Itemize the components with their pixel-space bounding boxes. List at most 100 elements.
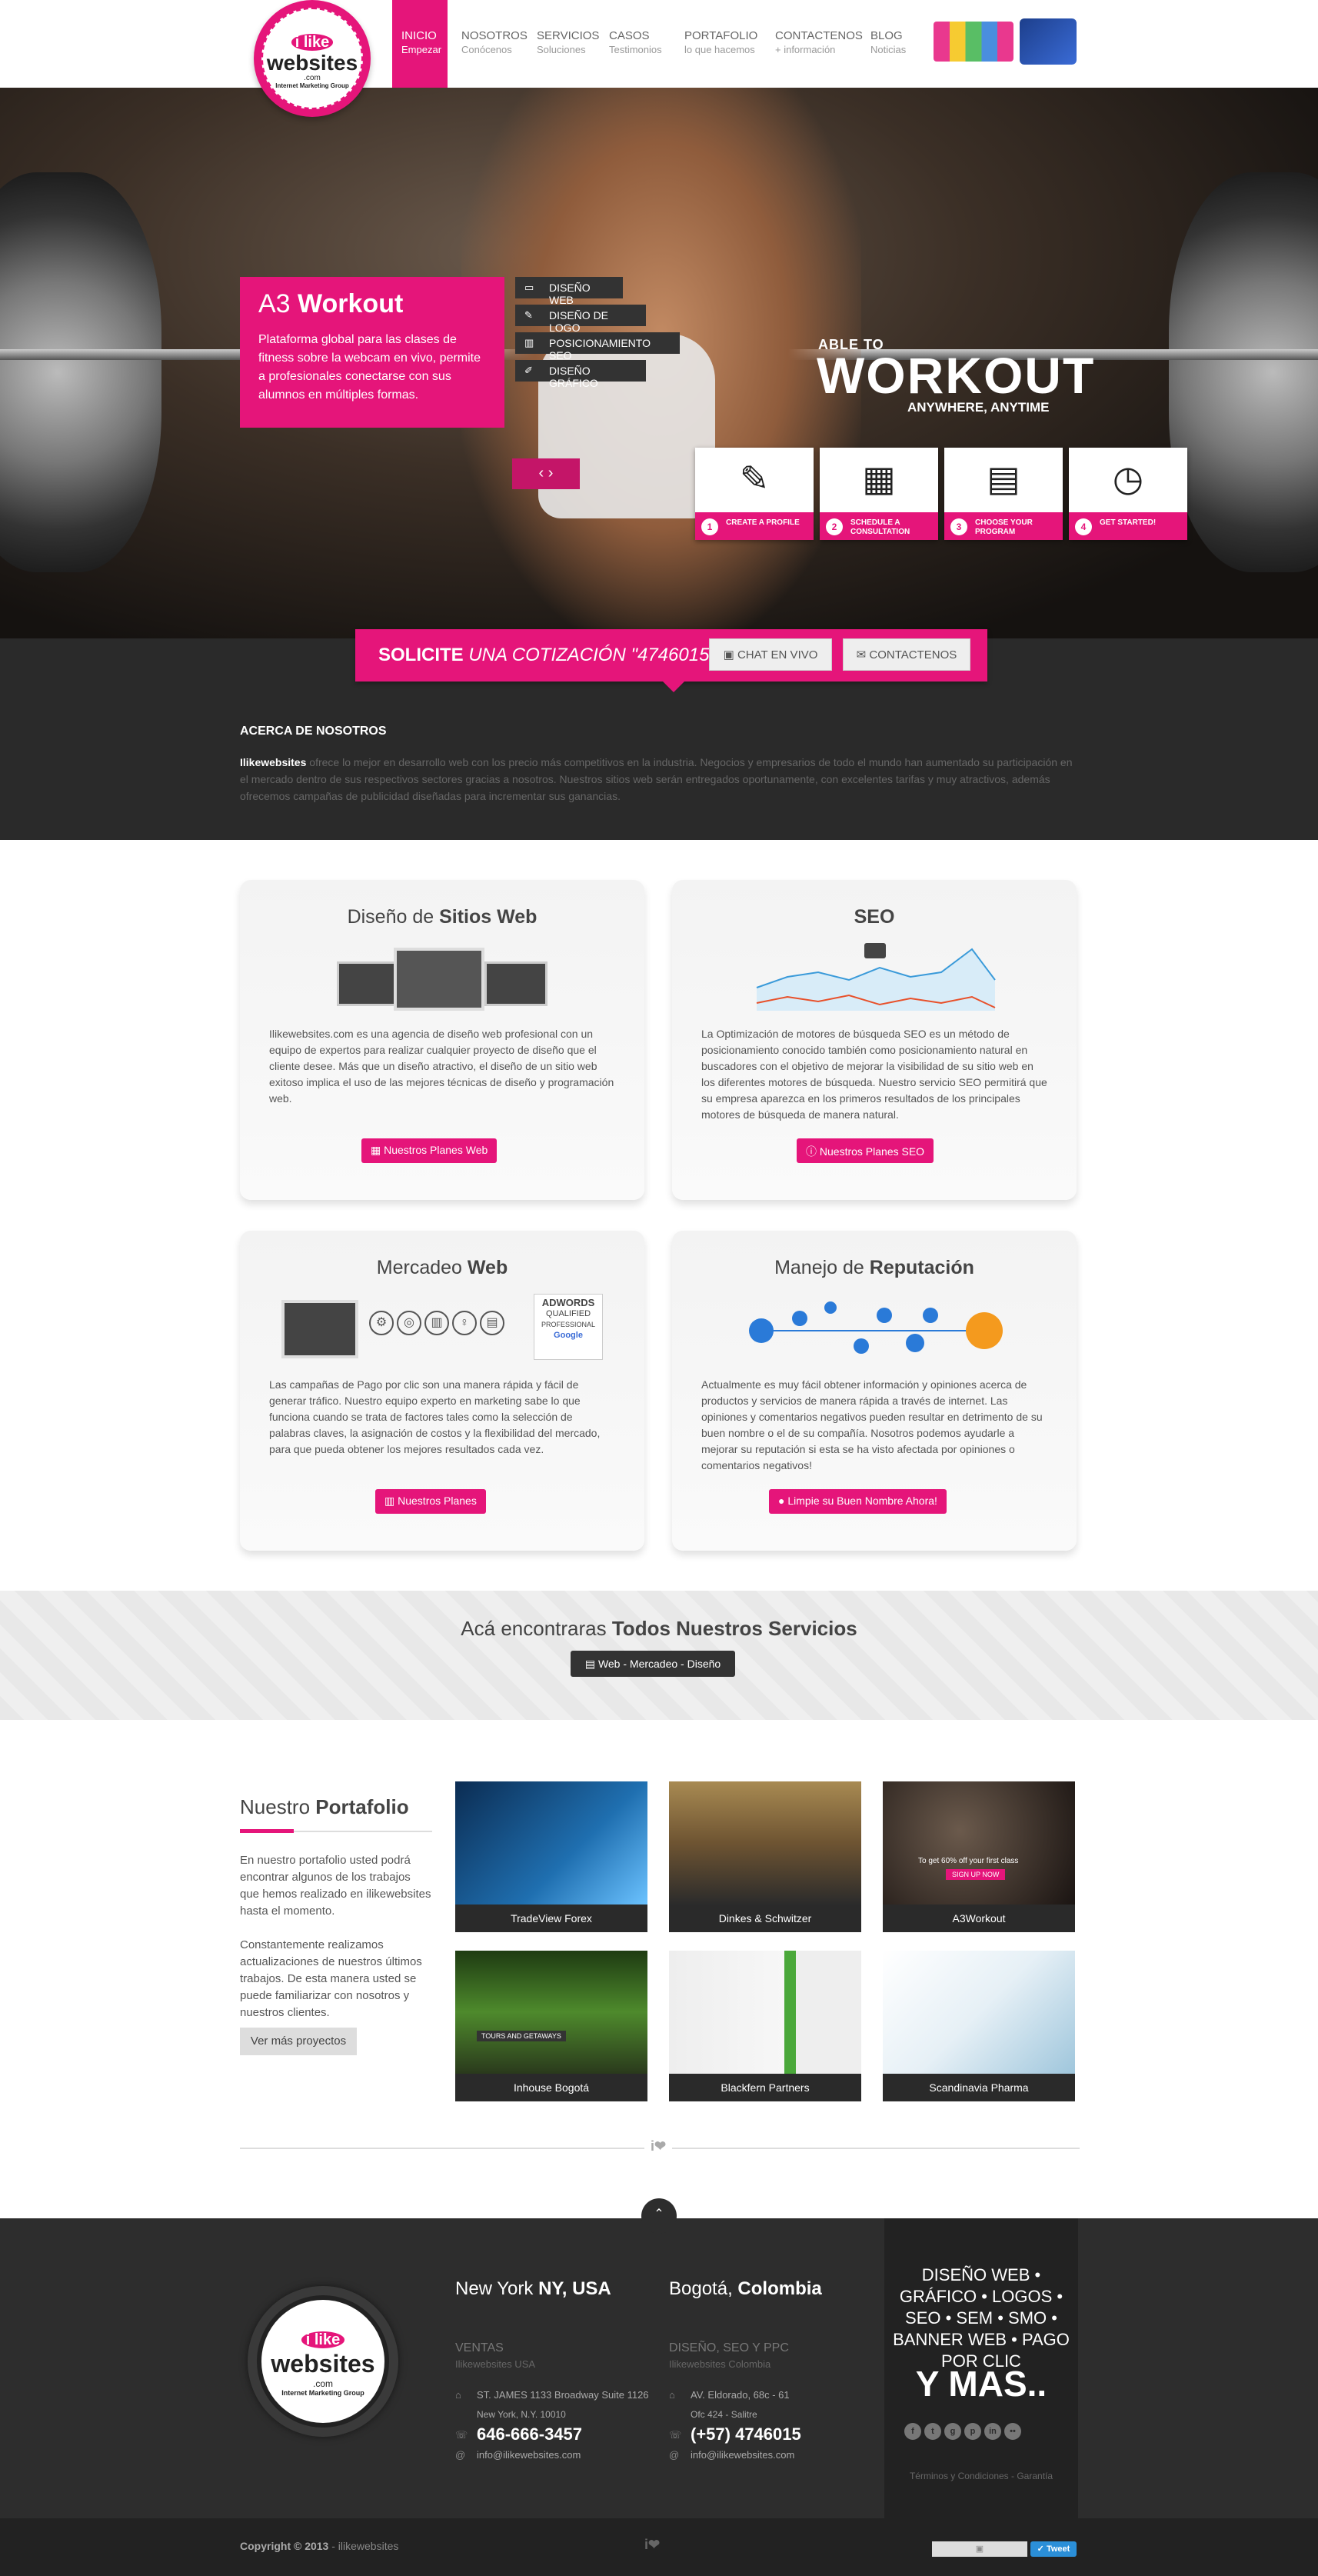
nav-contactenos[interactable]: CONTACTENOS + información [775, 0, 863, 88]
portfolio-item-inhouse[interactable]: TOURS AND GETAWAYS Inhouse Bogotá [455, 1951, 647, 2101]
footer-logo-tagline: Internet Marketing Group [281, 2389, 364, 2397]
pen-icon: ✎ [524, 309, 533, 321]
slider-arrows[interactable]: ‹ › [512, 458, 580, 489]
portfolio-item-dinkes[interactable]: Dinkes & Schwitzer [669, 1781, 861, 1932]
twitter-icon[interactable]: t [924, 2423, 941, 2440]
logo-com: .com [304, 73, 321, 82]
project-description: Plataforma global para las clases de fit… [258, 333, 481, 402]
plans-seo-button[interactable]: ⓘ Nuestros Planes SEO [797, 1138, 934, 1163]
nav-casos[interactable]: CASOS Testimonios [609, 0, 662, 88]
nav-nosotros[interactable]: NOSOTROS Conócenos [461, 0, 528, 88]
nav-blog[interactable]: BLOG Noticias [870, 0, 906, 88]
plans-marketing-button[interactable]: ▥ Nuestros Planes [375, 1489, 486, 1514]
project-title: A3 Workout [258, 289, 404, 318]
card-title: Mercadeo Web [376, 1257, 508, 1278]
step-card-2[interactable]: ▦ 2 SCHEDULE A CONSULTATION [820, 448, 938, 540]
pinterest-icon[interactable]: p [964, 2423, 981, 2440]
calendar-icon: ▦ [862, 458, 896, 498]
step-bar: 2 SCHEDULE A CONSULTATION [820, 512, 938, 540]
location-icon: ⌂ [669, 2389, 675, 2401]
workout-line3: ANYWHERE, ANYTIME [907, 400, 1050, 415]
blackfern-image [669, 1951, 861, 2074]
reputation-button[interactable]: ● Limpie su Buen Nombre Ahora! [769, 1489, 947, 1514]
services-band-title: Acá encontraras Todos Nuestros Servicios [461, 1617, 857, 1640]
footer-bog-phone[interactable]: (+57) 4746015 [691, 2424, 801, 2444]
portfolio-item-a3workout[interactable]: To get 60% off your first class SIGN UP … [883, 1781, 1075, 1932]
terms-link[interactable]: Términos y Condiciones - Garantía [884, 2471, 1078, 2481]
plans-web-button[interactable]: ▦ Nuestros Planes Web [361, 1138, 498, 1163]
step-bar: 1 CREATE A PROFILE [695, 512, 814, 540]
step-card-1[interactable]: ✎ 1 CREATE A PROFILE [695, 448, 814, 540]
partner-badge-icon[interactable] [934, 22, 1013, 62]
chart-icon: ▥ [524, 337, 534, 348]
tag-diseno-web[interactable]: ▭ DISEÑO WEB [515, 277, 623, 306]
scandinavia-image [883, 1951, 1075, 2074]
tag-diseno-logo[interactable]: ✎ DISEÑO DE LOGO [515, 305, 646, 334]
step-card-4[interactable]: ◷ 4 GET STARTED! [1069, 448, 1187, 540]
footer-bog-addr2: Ofc 424 - Salitre [691, 2409, 757, 2420]
grid-icon: ▦ [371, 1144, 384, 1156]
googleplus-icon[interactable]: g [944, 2423, 961, 2440]
footer-logo-com: .com [312, 2378, 333, 2389]
arrow-left-icon[interactable]: ‹ [539, 465, 544, 482]
logo[interactable]: i like websites .com Internet Marketing … [254, 0, 371, 117]
portfolio-caption: A3Workout [883, 1905, 1075, 1932]
portfolio-item-scandinavia[interactable]: Scandinavia Pharma [883, 1951, 1075, 2101]
edit-icon: ✎ [739, 458, 770, 498]
footer-y-mas: Y MAS.. [915, 2364, 1047, 2404]
step-bar: 4 GET STARTED! [1069, 512, 1187, 540]
clipboard-icon: ▤ [987, 458, 1020, 498]
comment-icon: ● [778, 1495, 788, 1507]
brush-icon: ✐ [524, 365, 533, 376]
tag-diseno-grafico[interactable]: ✐ DISEÑO GRÁFICO [515, 360, 646, 389]
footer-ny-mail[interactable]: info@ilikewebsites.com [477, 2449, 581, 2461]
quote-text: SOLICITE UNA COTIZACIÓN "4746015" [378, 645, 716, 665]
chat-button[interactable]: ▣ CHAT EN VIVO [709, 638, 832, 671]
service-card-web: Diseño de Sitios Web Ilikewebsites.com e… [240, 880, 644, 1200]
tag-seo[interactable]: ▥ POSICIONAMIENTO SEO [515, 332, 680, 362]
nav-portafolio[interactable]: PORTAFOLIO lo que hacemos [684, 0, 757, 88]
card-body: Las campañas de Pago por clic son una ma… [269, 1378, 601, 1455]
facebook-icon[interactable]: f [904, 2423, 921, 2440]
portfolio-caption: Inhouse Bogotá [455, 2074, 647, 2101]
footer-bog-mail[interactable]: info@ilikewebsites.com [691, 2449, 794, 2461]
footer [0, 2218, 1318, 2518]
footer-ny-addr1: ST. JAMES 1133 Broadway Suite 1126 [477, 2389, 649, 2401]
phone-icon: ☏ [669, 2429, 682, 2441]
card-title: Manejo de Reputación [774, 1257, 974, 1278]
a3workout-image: To get 60% off your first class SIGN UP … [883, 1781, 1075, 1905]
stopwatch-icon: ◷ [1112, 458, 1144, 498]
flickr-icon[interactable]: •• [1004, 2423, 1021, 2440]
more-projects-button[interactable]: Ver más proyectos [240, 2028, 357, 2055]
copyright: Copyright © 2013 - ilikewebsites [240, 2540, 399, 2552]
services-band-button[interactable]: ▤ Web - Mercadeo - Diseño [571, 1651, 735, 1677]
location-icon: ⌂ [455, 2389, 461, 2401]
bulb-icon: ♀ [452, 1311, 477, 1335]
step-bar: 3 CHOOSE YOUR PROGRAM [944, 512, 1063, 540]
portfolio-item-blackfern[interactable]: Blackfern Partners [669, 1951, 861, 2101]
footer-bog-addr1: AV. Eldorado, 68c - 61 [691, 2389, 790, 2401]
bar-chart-icon: ▥ [424, 1311, 449, 1335]
superhero-badge-icon[interactable] [1020, 18, 1077, 65]
step-card-3[interactable]: ▤ 3 CHOOSE YOUR PROGRAM [944, 448, 1063, 540]
footer-logo[interactable]: i like websites .com Internet Marketing … [248, 2286, 398, 2437]
footer-bog-title: Bogotá, Colombia [669, 2278, 822, 2299]
footer-ny-label: VENTAS [455, 2341, 504, 2354]
seo-graph-icon [756, 943, 996, 1011]
nav-servicios[interactable]: SERVICIOS Soluciones [537, 0, 599, 88]
back-to-top-icon[interactable]: ⌃ [641, 2198, 677, 2234]
portfolio-item-tradeview[interactable]: TradeView Forex [455, 1781, 647, 1932]
portfolio-intro: En nuestro portafolio usted podrá encont… [240, 1854, 431, 1918]
portfolio-intro-2: Constantemente realizamos actualizacione… [240, 1938, 422, 2019]
tweet-button[interactable]: ✓ Tweet [1030, 2541, 1077, 2557]
quote-bar: SOLICITE UNA COTIZACIÓN "4746015" ▣ CHAT… [355, 629, 987, 692]
nav-inicio[interactable]: INICIO Empezar [392, 0, 448, 95]
linkedin-icon[interactable]: in [984, 2423, 1001, 2440]
footer-ny-phone[interactable]: 646-666-3457 [477, 2424, 582, 2444]
share-button[interactable]: ▣ [932, 2541, 1027, 2557]
workout-line2: WORKOUT [817, 347, 1096, 404]
footer-bog-label: DISEÑO, SEO Y PPC [669, 2341, 789, 2354]
phone-icon: ☏ [455, 2429, 468, 2441]
arrow-right-icon[interactable]: › [548, 465, 554, 482]
contact-button[interactable]: ✉ CONTACTENOS [843, 638, 970, 671]
